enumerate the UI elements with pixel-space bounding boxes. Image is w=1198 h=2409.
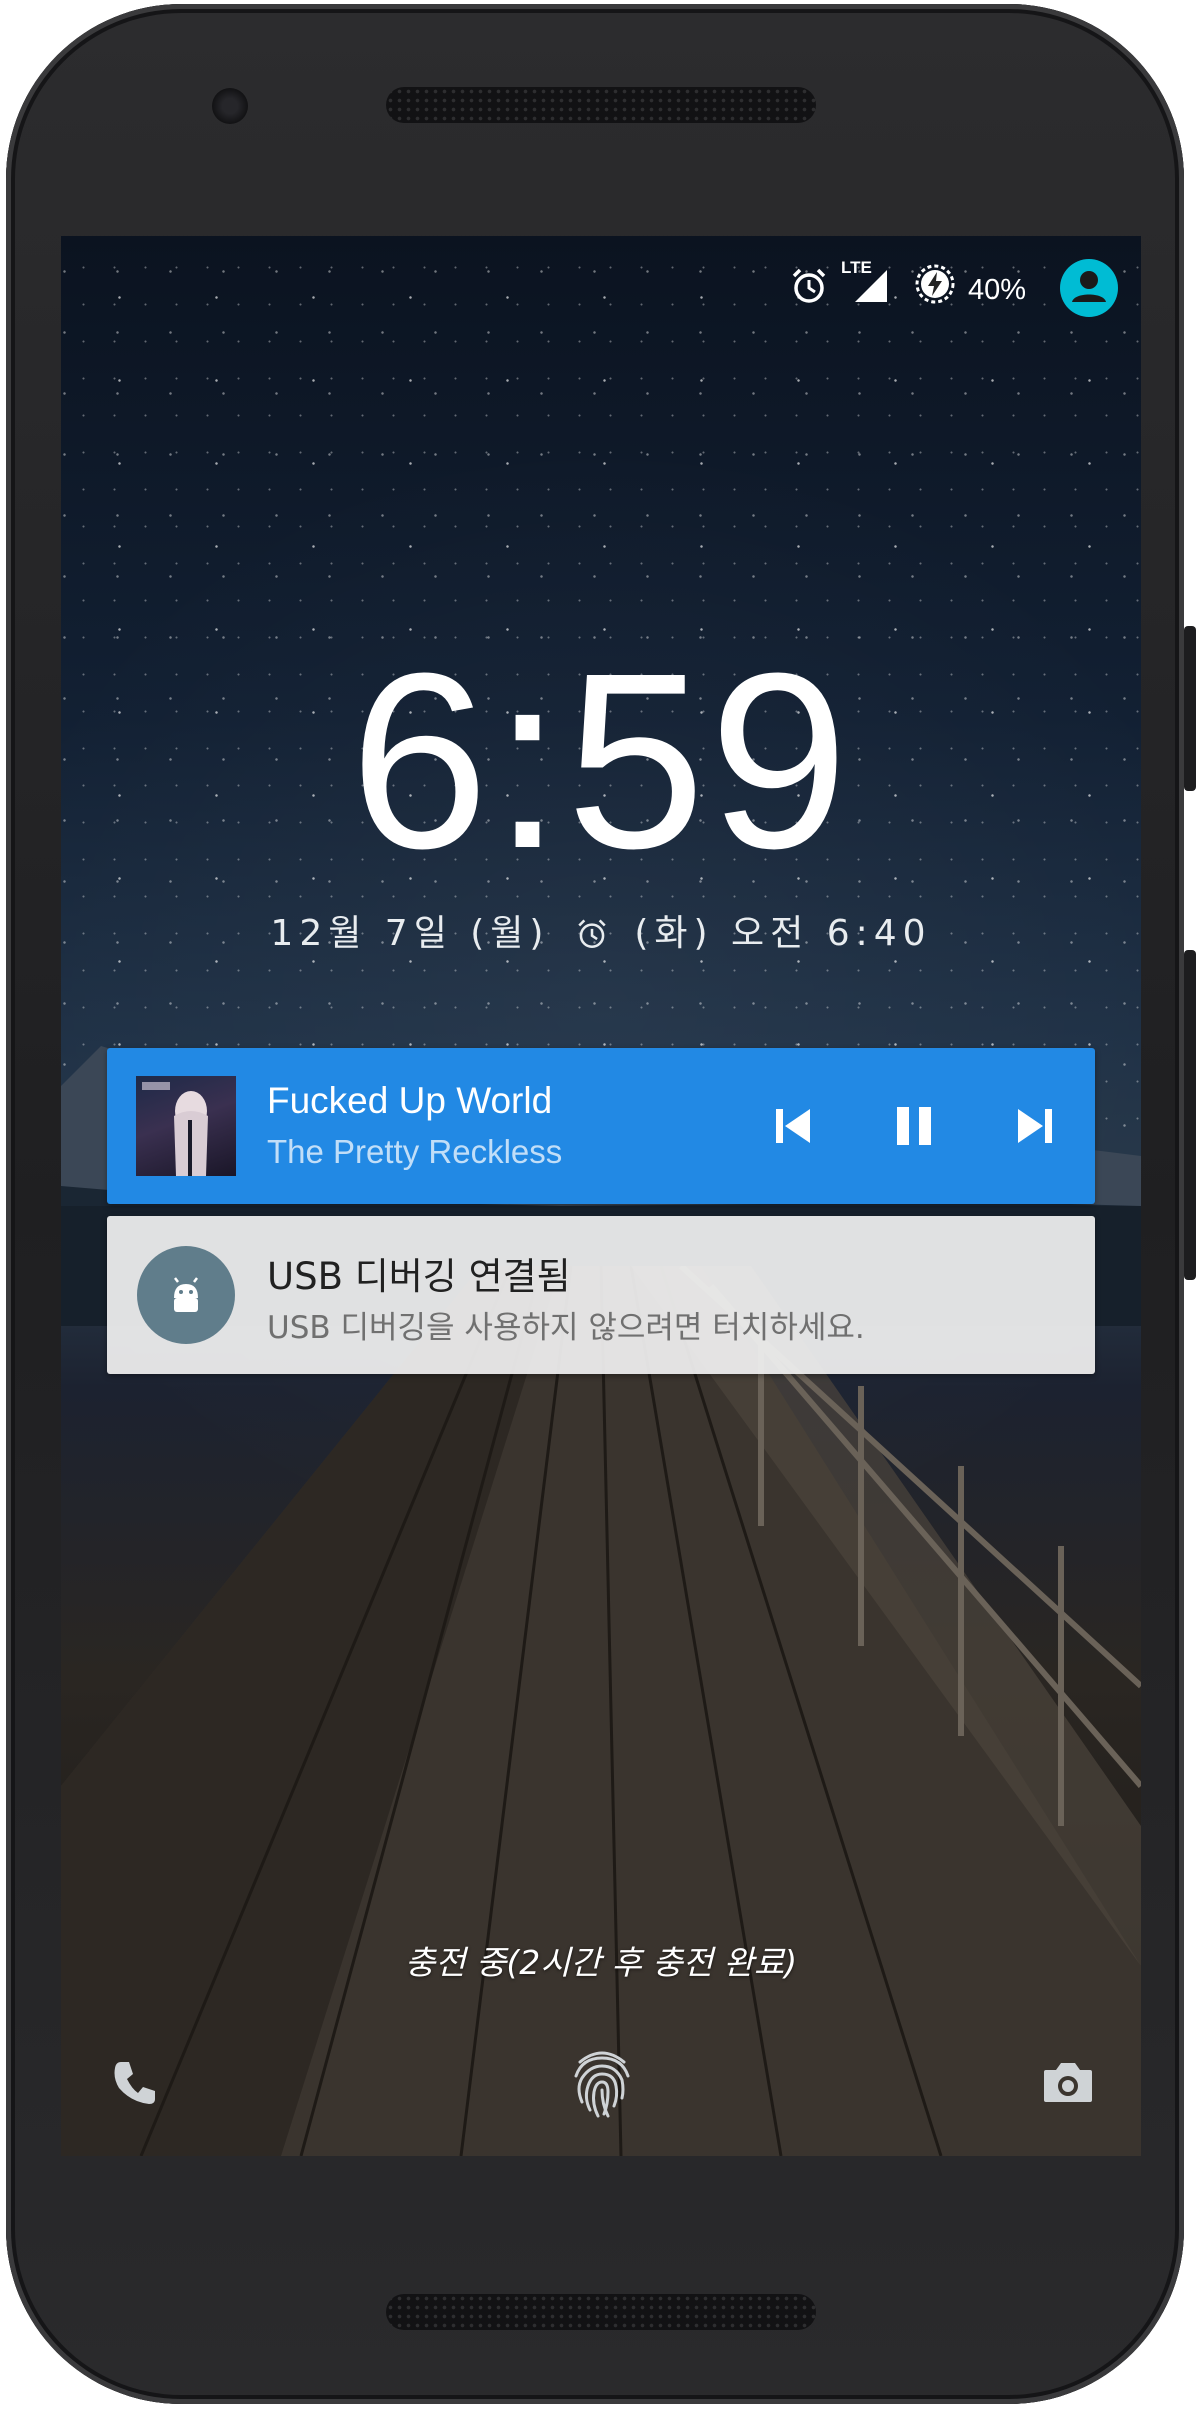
media-notification[interactable]: Fucked Up World The Pretty Reckless <box>107 1048 1095 1204</box>
battery-percent: 40% <box>968 274 1027 306</box>
track-artist: The Pretty Reckless <box>267 1133 563 1170</box>
date-and-alarm: 12월 7일 (월) (화) 오전 6:40 <box>61 904 1141 956</box>
phone-frame: LTE 40% 6:59 12월 7일 (월) (화) 오전 6:40 Fuck… <box>6 4 1184 2404</box>
phone-icon[interactable] <box>107 2054 163 2110</box>
pause-icon[interactable] <box>889 1101 939 1151</box>
bottom-speaker <box>386 2294 816 2330</box>
volume-rocker[interactable] <box>1184 950 1196 1280</box>
skip-previous-icon[interactable] <box>768 1101 818 1151</box>
notification-icon-bg <box>137 1246 235 1344</box>
next-alarm-icon <box>578 919 606 949</box>
album-art <box>136 1076 236 1176</box>
camera-icon[interactable] <box>1040 2054 1096 2110</box>
fingerprint-icon[interactable] <box>570 2044 634 2120</box>
power-button[interactable] <box>1184 626 1196 791</box>
lte-signal-icon: LTE <box>841 258 891 302</box>
charging-status: 충전 중(2시간 후 충전 완료) <box>404 1943 798 1982</box>
track-title: Fucked Up World <box>267 1080 553 1121</box>
lock-clock: 6:59 <box>349 621 853 900</box>
front-camera <box>212 88 248 124</box>
android-icon <box>174 1277 198 1312</box>
date-text: 12월 7일 (월) <box>270 913 550 954</box>
next-alarm-text: (화) 오전 6:40 <box>634 913 932 954</box>
wallpaper-pier <box>61 1266 1141 2156</box>
earpiece-speaker <box>386 87 816 123</box>
usb-notification-text: USB 디버깅을 사용하지 않으려면 터치하세요. <box>267 1310 865 1346</box>
alarm-icon <box>792 268 826 303</box>
lock-screen: LTE 40% 6:59 12월 7일 (월) (화) 오전 6:40 Fuck… <box>61 236 1141 2156</box>
user-avatar-icon[interactable] <box>1059 258 1119 318</box>
skip-next-icon[interactable] <box>1010 1101 1060 1151</box>
usb-debugging-notification[interactable]: USB 디버깅 연결됨 USB 디버깅을 사용하지 않으려면 터치하세요. <box>107 1216 1095 1374</box>
status-bar[interactable]: LTE 40% <box>61 236 1141 336</box>
usb-notification-title: USB 디버깅 연결됨 <box>267 1255 571 1298</box>
battery-charging-icon <box>915 264 955 304</box>
